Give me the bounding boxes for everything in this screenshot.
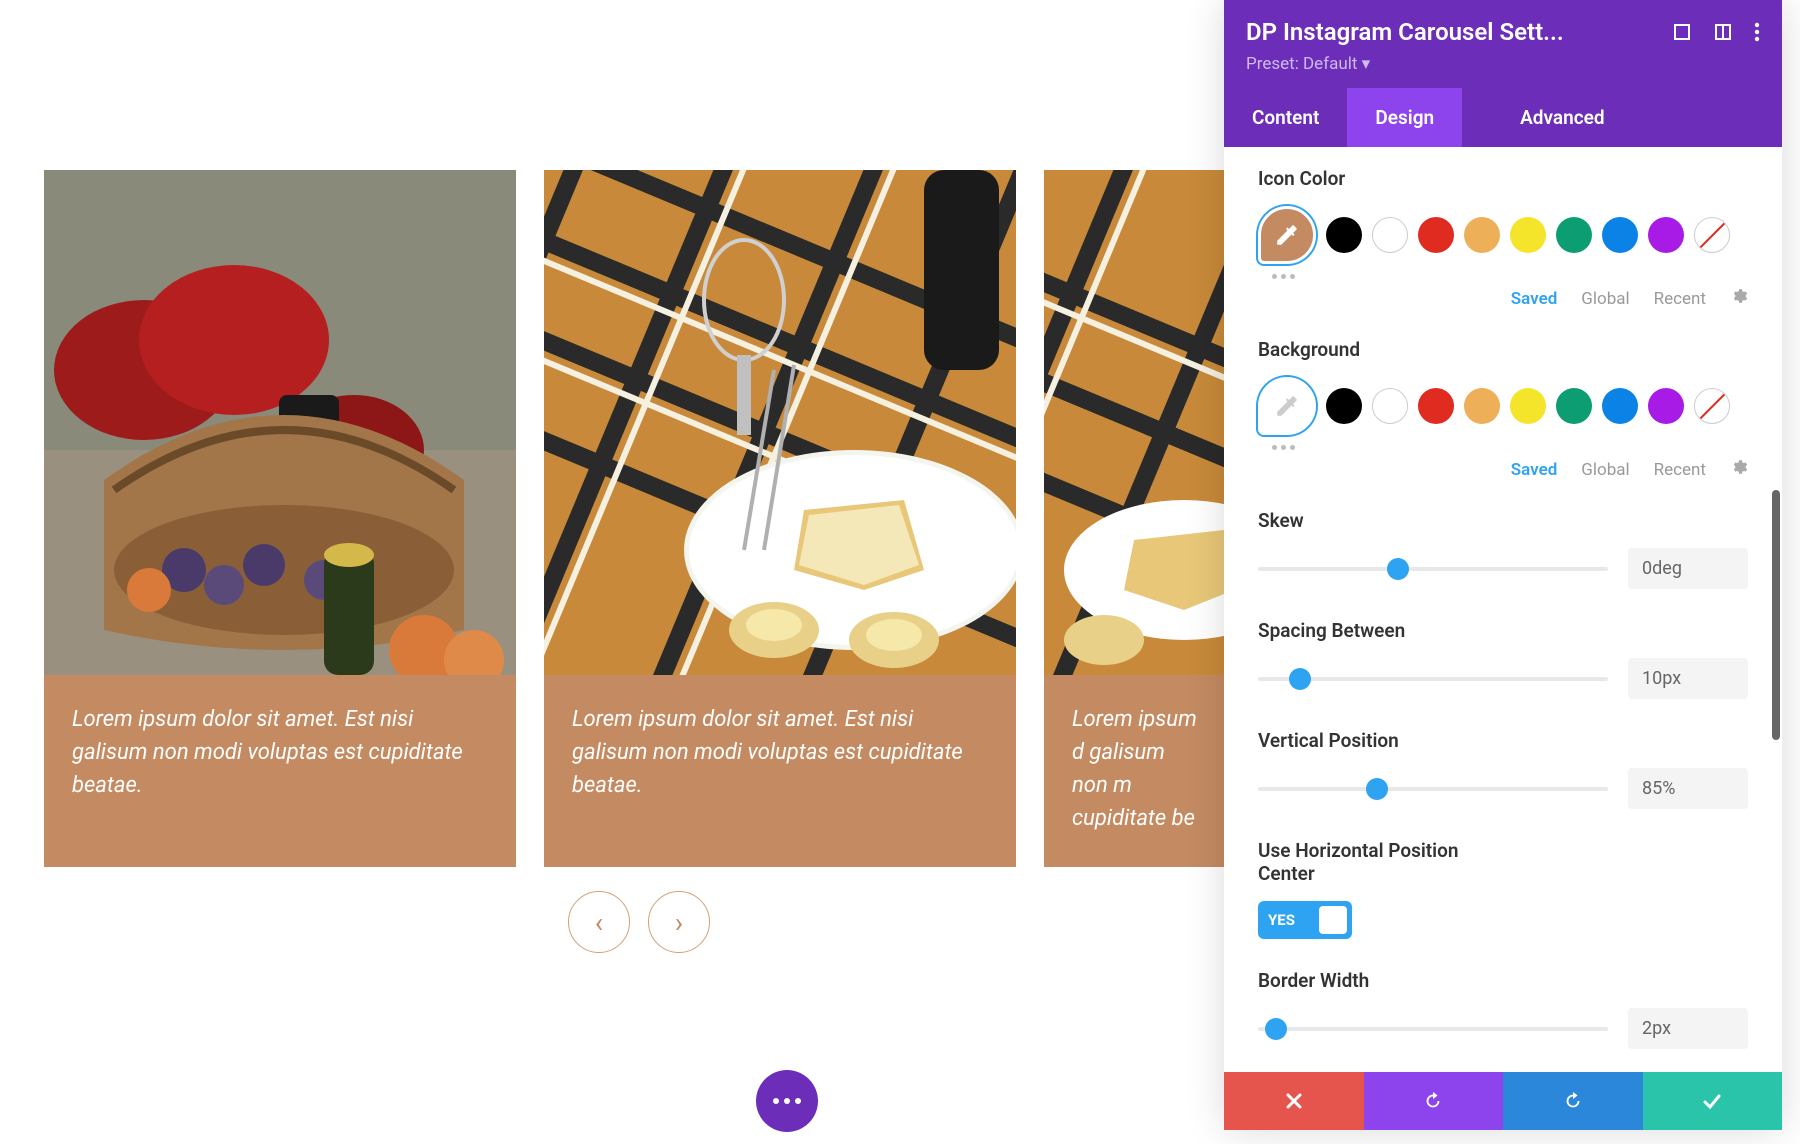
- more-colors-icon[interactable]: [1272, 274, 1748, 279]
- skew-value[interactable]: 0deg: [1628, 548, 1748, 589]
- border-width-value[interactable]: 2px: [1628, 1008, 1748, 1049]
- color-swatch-red[interactable]: [1418, 388, 1454, 424]
- horizontal-center-toggle[interactable]: YES: [1258, 901, 1352, 939]
- color-swatch-blue[interactable]: [1602, 388, 1638, 424]
- color-swatch-white[interactable]: [1372, 217, 1408, 253]
- expand-icon[interactable]: [1672, 22, 1692, 42]
- panel-body[interactable]: Icon Color Saved Global Recent: [1224, 147, 1782, 1072]
- carousel: Lorem ipsum dolor sit amet. Est nisi gal…: [44, 170, 1234, 953]
- border-width-control: Border Width 2px: [1258, 969, 1748, 1049]
- color-swatch-purple[interactable]: [1648, 388, 1684, 424]
- border-width-slider[interactable]: [1258, 1027, 1608, 1031]
- palette-settings-icon[interactable]: [1730, 458, 1748, 481]
- spacing-value[interactable]: 10px: [1628, 658, 1748, 699]
- panel-header: DP Instagram Carousel Sett... Preset: De…: [1224, 0, 1782, 88]
- settings-panel: DP Instagram Carousel Sett... Preset: De…: [1224, 0, 1782, 1130]
- redo-button[interactable]: [1503, 1072, 1643, 1130]
- palette-tab-recent[interactable]: Recent: [1654, 289, 1706, 309]
- skew-slider[interactable]: [1258, 567, 1608, 571]
- skew-label: Skew: [1258, 509, 1748, 532]
- palette-tabs: Saved Global Recent: [1258, 458, 1748, 481]
- color-swatch-none[interactable]: [1694, 217, 1730, 253]
- scrollbar-thumb[interactable]: [1772, 490, 1780, 740]
- icon-color-label: Icon Color: [1258, 167, 1748, 190]
- save-button[interactable]: [1643, 1072, 1783, 1130]
- carousel-card[interactable]: Lorem ipsum d galisum non m cupiditate b…: [1044, 170, 1234, 867]
- spacing-label: Spacing Between: [1258, 619, 1748, 642]
- vertical-position-value[interactable]: 85%: [1628, 768, 1748, 809]
- snap-icon[interactable]: [1714, 23, 1732, 41]
- color-swatch-green[interactable]: [1556, 217, 1592, 253]
- color-swatch-green[interactable]: [1556, 388, 1592, 424]
- palette-tab-global[interactable]: Global: [1581, 289, 1629, 309]
- palette-tab-saved[interactable]: Saved: [1511, 460, 1558, 480]
- carousel-nav: ‹ ›: [44, 891, 1234, 953]
- color-swatch-purple[interactable]: [1648, 217, 1684, 253]
- color-swatch-red[interactable]: [1418, 217, 1454, 253]
- eyedropper-button[interactable]: [1258, 206, 1316, 264]
- card-image: [544, 170, 1016, 675]
- icon-color-section: Saved Global Recent: [1258, 206, 1748, 310]
- carousel-cards: Lorem ipsum dolor sit amet. Est nisi gal…: [44, 170, 1234, 867]
- background-label: Background: [1258, 338, 1748, 361]
- palette-tab-recent[interactable]: Recent: [1654, 460, 1706, 480]
- spacing-slider[interactable]: [1258, 677, 1608, 681]
- card-image: [44, 170, 516, 675]
- cancel-button[interactable]: [1224, 1072, 1364, 1130]
- border-width-label: Border Width: [1258, 969, 1748, 992]
- skew-control: Skew 0deg: [1258, 509, 1748, 589]
- card-image: [1044, 170, 1234, 675]
- panel-footer: [1224, 1072, 1782, 1130]
- background-section: Saved Global Recent: [1258, 377, 1748, 481]
- carousel-card[interactable]: Lorem ipsum dolor sit amet. Est nisi gal…: [44, 170, 516, 867]
- color-swatch-yellow[interactable]: [1510, 388, 1546, 424]
- vertical-position-slider[interactable]: [1258, 787, 1608, 791]
- panel-tabs: Content Design Advanced: [1224, 88, 1782, 147]
- carousel-card[interactable]: Lorem ipsum dolor sit amet. Est nisi gal…: [544, 170, 1016, 867]
- palette-settings-icon[interactable]: [1730, 287, 1748, 310]
- palette-tab-saved[interactable]: Saved: [1511, 289, 1558, 309]
- card-caption: Lorem ipsum dolor sit amet. Est nisi gal…: [44, 675, 516, 834]
- card-caption: Lorem ipsum d galisum non m cupiditate b…: [1044, 675, 1234, 867]
- toggle-knob: [1319, 906, 1347, 934]
- palette-tabs: Saved Global Recent: [1258, 287, 1748, 310]
- color-swatch-black[interactable]: [1326, 217, 1362, 253]
- panel-title: DP Instagram Carousel Sett...: [1246, 18, 1564, 46]
- color-swatch-black[interactable]: [1326, 388, 1362, 424]
- vertical-position-control: Vertical Position 85%: [1258, 729, 1748, 809]
- more-colors-icon[interactable]: [1272, 445, 1748, 450]
- eyedropper-button[interactable]: [1258, 377, 1316, 435]
- fab-menu-button[interactable]: [756, 1070, 818, 1132]
- next-button[interactable]: ›: [648, 891, 710, 953]
- card-caption: Lorem ipsum dolor sit amet. Est nisi gal…: [544, 675, 1016, 834]
- undo-button[interactable]: [1364, 1072, 1504, 1130]
- color-swatch-orange[interactable]: [1464, 388, 1500, 424]
- color-swatch-none[interactable]: [1694, 388, 1730, 424]
- color-swatch-yellow[interactable]: [1510, 217, 1546, 253]
- kebab-menu-icon[interactable]: [1754, 22, 1760, 42]
- tab-content[interactable]: Content: [1224, 88, 1347, 147]
- color-swatch-blue[interactable]: [1602, 217, 1638, 253]
- horizontal-center-label: Use Horizontal Position Center: [1258, 839, 1518, 885]
- color-swatch-orange[interactable]: [1464, 217, 1500, 253]
- preset-selector[interactable]: Preset: Default ▾: [1246, 54, 1760, 74]
- prev-button[interactable]: ‹: [568, 891, 630, 953]
- spacing-control: Spacing Between 10px: [1258, 619, 1748, 699]
- toggle-label: YES: [1268, 911, 1295, 929]
- tab-advanced[interactable]: Advanced: [1492, 88, 1632, 147]
- tab-design[interactable]: Design: [1347, 88, 1462, 147]
- vertical-position-label: Vertical Position: [1258, 729, 1748, 752]
- color-swatch-white[interactable]: [1372, 388, 1408, 424]
- palette-tab-global[interactable]: Global: [1581, 460, 1629, 480]
- horizontal-center-control: Use Horizontal Position Center YES: [1258, 839, 1748, 939]
